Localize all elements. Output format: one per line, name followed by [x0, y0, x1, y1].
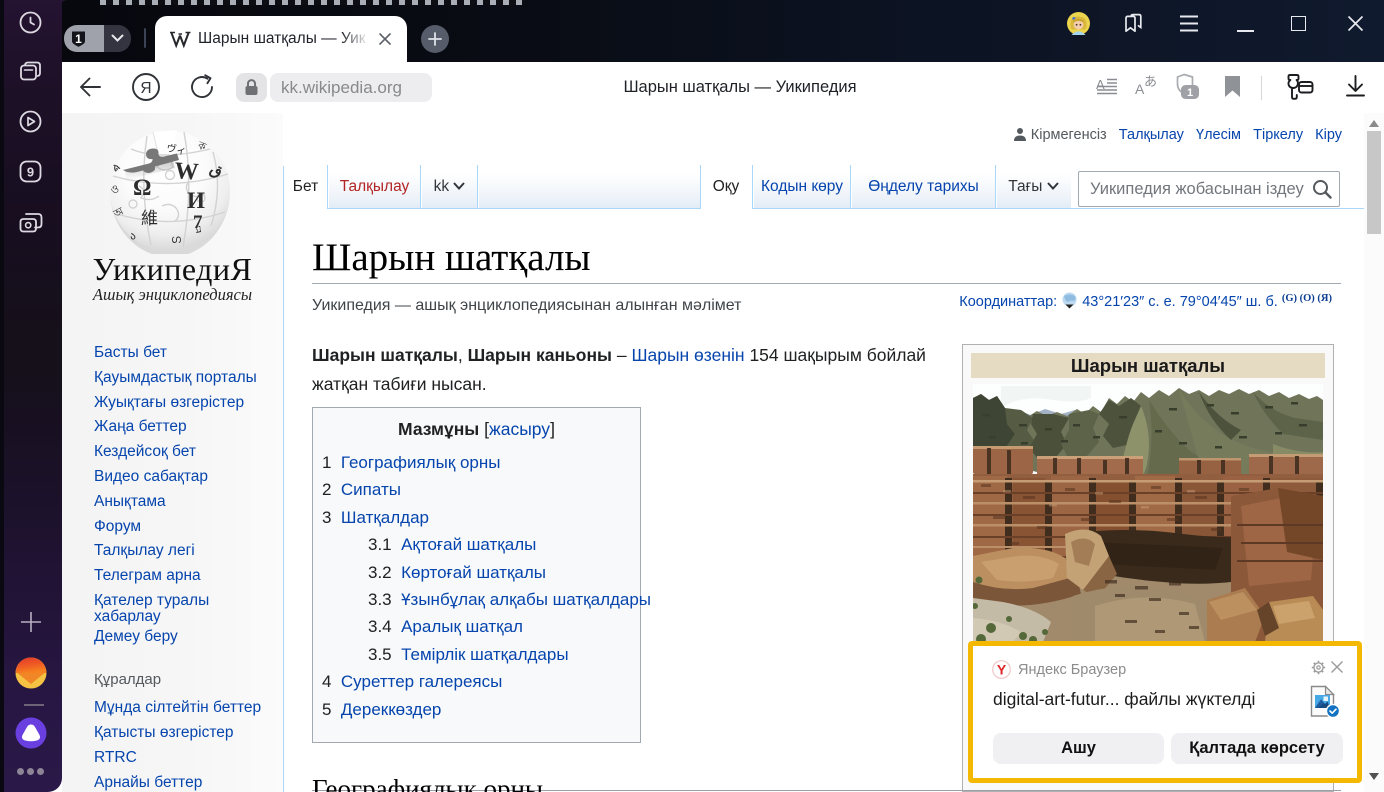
svg-text:Y: Y — [997, 662, 1007, 678]
svg-text:1: 1 — [1187, 87, 1193, 99]
svg-text:ഗ: ഗ — [171, 234, 182, 246]
svg-text:あ: あ — [1144, 74, 1157, 89]
svg-text:1: 1 — [75, 32, 82, 46]
svg-text:Я: Я — [140, 80, 151, 97]
svg-text:Ω: Ω — [133, 175, 151, 200]
svg-text:維: 維 — [141, 209, 158, 228]
svg-text:9: 9 — [27, 165, 34, 180]
svg-text:W: W — [174, 158, 200, 186]
svg-text:И: И — [187, 188, 205, 213]
